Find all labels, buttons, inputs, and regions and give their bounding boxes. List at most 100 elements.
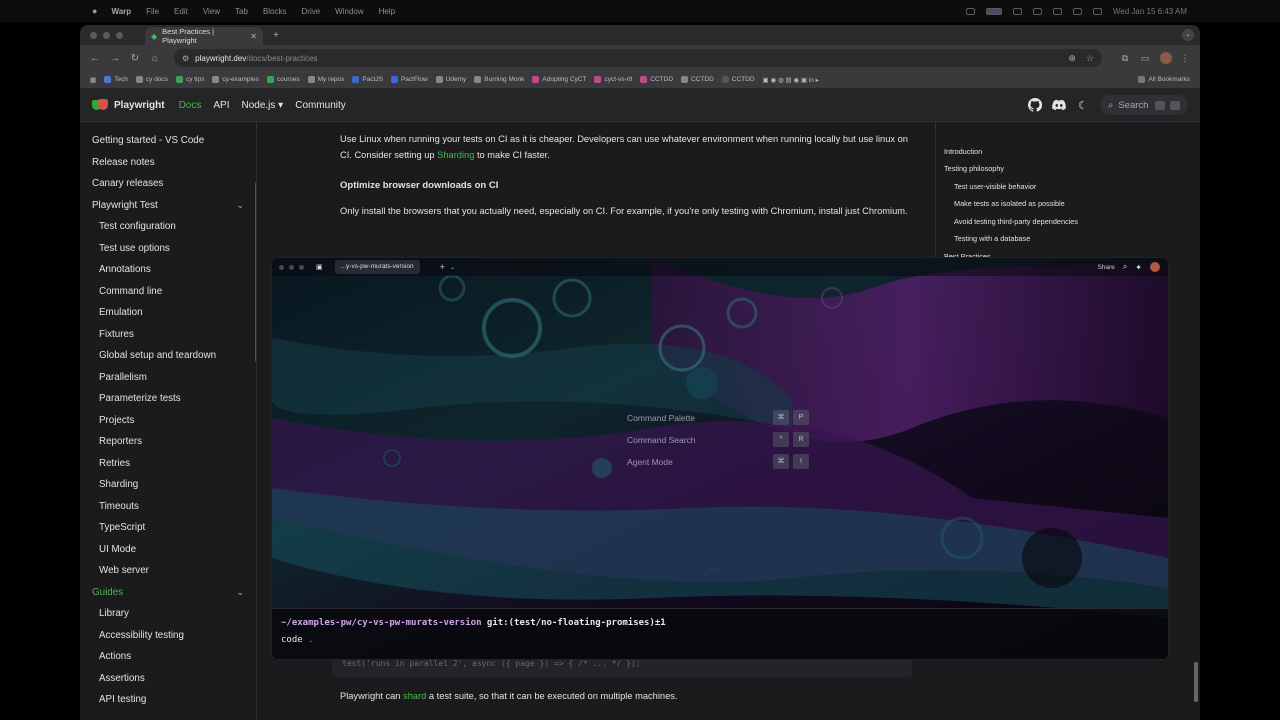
status-icon[interactable]	[965, 7, 975, 15]
apps-grid-icon[interactable]: ▦	[90, 76, 96, 84]
forward-icon[interactable]: →	[108, 53, 122, 64]
toc-item[interactable]: Avoid testing third-party dependencies	[954, 217, 1078, 226]
sidebar-item[interactable]: Retries	[80, 453, 256, 475]
sidebar-item[interactable]: Command line	[80, 281, 256, 303]
bookmark-item[interactable]: My repos	[307, 76, 344, 83]
minimize-window-button[interactable]	[103, 31, 110, 39]
back-icon[interactable]: ←	[88, 53, 102, 64]
address-bar[interactable]: ⚙ playwright.dev/docs/best-practices ⊕ ☆	[174, 49, 1102, 67]
dark-mode-toggle-icon[interactable]: ☾	[1076, 98, 1090, 112]
new-tab-icon[interactable]: +	[440, 262, 445, 272]
sidebar-item[interactable]: Annotations	[80, 259, 256, 281]
bookmark-star-icon[interactable]: ☆	[1086, 53, 1094, 64]
warp-tab-active[interactable]: ...y-vs-pw-murats-version	[334, 260, 420, 274]
shard-link[interactable]: shard	[403, 691, 426, 701]
sidebar-item[interactable]: Canary releases	[80, 173, 256, 195]
menu-edit[interactable]: Edit	[174, 7, 188, 16]
bookmark-item[interactable]: CCTDD	[640, 76, 673, 83]
zoom-icon[interactable]: ⊕	[1068, 53, 1076, 64]
sidebar-item[interactable]: Actions	[80, 646, 256, 668]
apple-icon[interactable]: ●	[92, 6, 97, 16]
close-window-button[interactable]	[90, 31, 97, 39]
playwright-logo-icon[interactable]	[92, 99, 108, 111]
chevron-down-icon[interactable]: ⌄	[236, 200, 244, 211]
bookmark-item[interactable]: CCTDD	[681, 76, 714, 83]
bookmark-item[interactable]: CCTDD	[721, 76, 755, 83]
sidebar-item[interactable]: Fixtures	[80, 324, 256, 346]
page-scrollbar[interactable]	[1194, 662, 1198, 702]
docs-search-button[interactable]: ⌕ Search	[1100, 95, 1188, 115]
sidebar-item[interactable]: Parameterize tests	[80, 388, 256, 410]
sidebar-toggle-icon[interactable]: ▣	[316, 263, 323, 271]
tab-search-icon[interactable]: ⌄	[1182, 29, 1194, 41]
menubar-clock[interactable]: Wed Jan 15 6:43 AM	[1113, 7, 1187, 16]
hint-command-palette[interactable]: Command Palette ⌘ P	[627, 409, 817, 431]
ai-sparkle-icon[interactable]: ✦	[1135, 263, 1142, 272]
bookmark-item[interactable]: Tech	[104, 76, 128, 83]
site-info-icon[interactable]: ⚙	[182, 54, 189, 63]
toc-item[interactable]: Make tests as isolated as possible	[954, 199, 1065, 208]
new-tab-button[interactable]: +	[273, 30, 279, 41]
menu-help[interactable]: Help	[379, 7, 395, 16]
status-icon[interactable]	[1012, 7, 1022, 15]
menu-window[interactable]: Window	[335, 7, 363, 16]
sidebar-item[interactable]: Getting started - VS Code	[80, 130, 256, 152]
nav-community-link[interactable]: Community	[295, 100, 346, 111]
browser-tab-active[interactable]: ◆ Best Practices | Playwright ✕	[145, 27, 263, 45]
bookmark-item[interactable]: cyct-vs-rtl	[594, 76, 632, 83]
sidebar-item[interactable]: Library	[80, 603, 256, 625]
sidebar-item[interactable]: Global setup and teardown	[80, 345, 256, 367]
menu-view[interactable]: View	[203, 7, 220, 16]
browser-menu-icon[interactable]: ⋮	[1178, 53, 1192, 64]
menu-file[interactable]: File	[146, 7, 159, 16]
zoom-window-button[interactable]	[299, 264, 304, 270]
bookmark-item[interactable]: cy tips	[175, 76, 204, 83]
toc-item[interactable]: Test user-visible behavior	[954, 182, 1036, 191]
sidebar-item[interactable]: Release notes	[80, 152, 256, 174]
nav-api-link[interactable]: API	[213, 100, 229, 111]
reload-icon[interactable]: ↻	[128, 53, 142, 64]
bookmark-item[interactable]: Udemy	[435, 76, 466, 83]
bookmark-item[interactable]: cy-examples	[212, 76, 259, 83]
github-icon[interactable]	[1028, 98, 1042, 112]
bookmark-item[interactable]: cy docs	[135, 76, 168, 83]
bookmark-icons-cluster[interactable]: ▣ ◉ ◍ ▤ ◉ ▣ in ▸	[763, 76, 819, 84]
all-bookmarks-button[interactable]: All Bookmarks	[1138, 76, 1190, 83]
discord-icon[interactable]	[1052, 98, 1066, 112]
bookmark-item[interactable]: PactJS	[352, 76, 383, 83]
sidebar-category-playwright-test[interactable]: Playwright Test ⌄	[80, 195, 256, 217]
bookmark-item[interactable]: Adopting CyCT	[532, 76, 586, 83]
sidebar-item[interactable]: API testing	[80, 689, 256, 711]
sidebar-item[interactable]: Emulation	[80, 302, 256, 324]
chevron-down-icon[interactable]: ⌄	[236, 587, 244, 598]
sidebar-item[interactable]: Accessibility testing	[80, 625, 256, 647]
toc-item[interactable]: Introduction	[944, 147, 982, 156]
extensions-icon[interactable]: ⧉	[1118, 53, 1132, 64]
chevron-down-icon[interactable]: ⌄	[450, 264, 455, 271]
sidebar-item[interactable]: Reporters	[80, 431, 256, 453]
sidebar-item-partial[interactable]	[80, 122, 256, 130]
hint-command-search[interactable]: Command Search ^ R	[627, 431, 817, 453]
sidebar-item[interactable]: Parallelism	[80, 367, 256, 389]
bookmark-item[interactable]: courses	[266, 76, 300, 83]
control-center-icon[interactable]	[1092, 7, 1102, 15]
bookmark-item[interactable]: Burning Monk	[474, 76, 524, 83]
sidebar-item[interactable]: Timeouts	[80, 496, 256, 518]
terminal-input[interactable]: ~/examples-pw/cy-vs-pw-murats-version gi…	[272, 608, 1168, 659]
bookmark-item[interactable]: PactFlow	[390, 76, 428, 83]
wifi-icon[interactable]	[1052, 7, 1062, 15]
nav-docs-link[interactable]: Docs	[179, 100, 202, 111]
close-tab-icon[interactable]: ✕	[250, 32, 257, 41]
sidebar-item[interactable]: Web server	[80, 560, 256, 582]
minimize-window-button[interactable]	[289, 264, 294, 270]
nav-language-dropdown[interactable]: Node.js ▾	[242, 100, 284, 111]
status-icon[interactable]	[1032, 7, 1042, 15]
search-icon[interactable]: ⌕	[1123, 262, 1127, 272]
playwright-brand[interactable]: Playwright	[114, 100, 165, 111]
close-window-button[interactable]	[279, 264, 284, 270]
more-dots-icon[interactable]: ...	[710, 563, 720, 572]
sidebar-item[interactable]: UI Mode	[80, 539, 256, 561]
sidebar-item[interactable]: TypeScript	[80, 517, 256, 539]
command-input[interactable]: code .	[281, 635, 1159, 645]
sidebar-item[interactable]: Assertions	[80, 668, 256, 690]
